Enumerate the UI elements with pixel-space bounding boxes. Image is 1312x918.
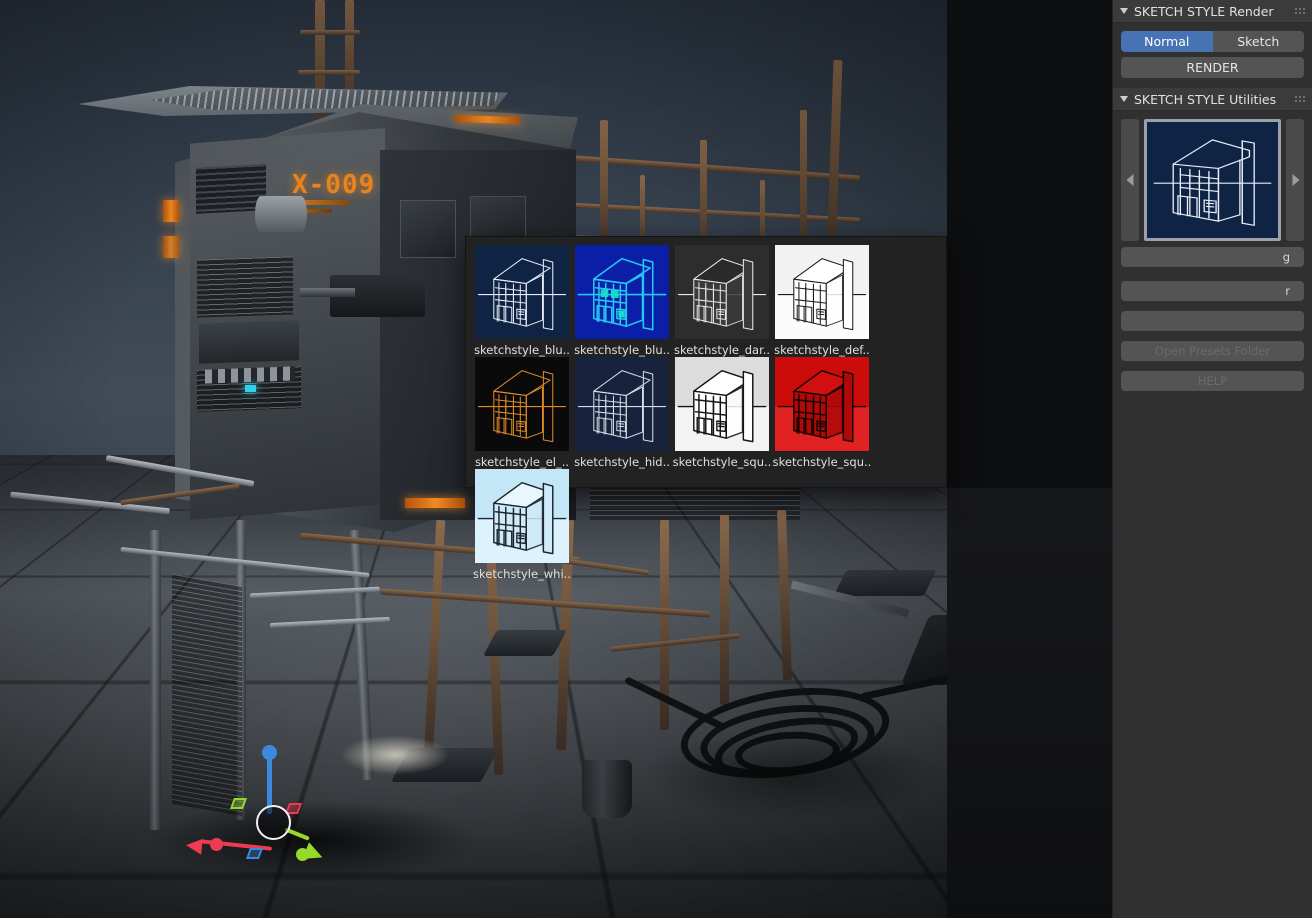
preset-preview-image bbox=[1147, 122, 1278, 238]
panel-grip-icon-utilities[interactable] bbox=[1294, 95, 1306, 104]
preset-item[interactable]: sketchstyle_blu.. bbox=[572, 245, 672, 357]
preset-label: sketchstyle_blu.. bbox=[474, 343, 570, 357]
preset-label: sketchstyle_squ.. bbox=[672, 455, 772, 469]
machine-id-label: X-009 bbox=[292, 170, 376, 200]
preset-label: sketchstyle_blu.. bbox=[574, 343, 670, 357]
machine-hatch bbox=[400, 200, 456, 258]
preset-item[interactable]: sketchstyle_el_.. bbox=[472, 357, 572, 469]
preset-item[interactable]: sketchstyle_hid.. bbox=[572, 357, 672, 469]
gizmo-x-arrow[interactable] bbox=[185, 837, 203, 855]
preset-label: sketchstyle_whi.. bbox=[473, 567, 571, 581]
render-button[interactable]: RENDER bbox=[1121, 57, 1304, 78]
sketchstyle-preset-browser[interactable]: sketchstyle_blu.. sketchstyle_blu.. sket… bbox=[465, 236, 947, 581]
utilities-button-stack[interactable]: g r Open Presets Folder HELP bbox=[1113, 247, 1312, 391]
ground-weight-cylinder bbox=[582, 760, 632, 818]
collapse-triangle-icon-utilities[interactable] bbox=[1120, 96, 1128, 102]
floor-highlight bbox=[340, 735, 450, 775]
panel-title-render: SKETCH STYLE Render bbox=[1134, 3, 1274, 19]
carousel-prev-arrow-icon[interactable] bbox=[1121, 119, 1139, 241]
indicator-strip-bottom bbox=[405, 498, 465, 508]
utilities-open-presets-folder-button[interactable]: Open Presets Folder bbox=[1121, 341, 1304, 361]
gizmo-z-handle[interactable] bbox=[262, 745, 277, 760]
mode-sketch-button[interactable]: Sketch bbox=[1212, 31, 1304, 52]
preset-thumbnail[interactable] bbox=[775, 357, 869, 451]
gizmo-x-handle[interactable] bbox=[210, 838, 223, 851]
preset-thumbnail[interactable] bbox=[675, 357, 769, 451]
ground-prop-plate-2 bbox=[483, 630, 567, 656]
preset-label: sketchstyle_def.. bbox=[774, 343, 870, 357]
indicator-strip-left2 bbox=[163, 236, 179, 258]
preset-label: sketchstyle_dar.. bbox=[673, 343, 771, 357]
utilities-button-3[interactable] bbox=[1121, 311, 1304, 331]
preset-label: sketchstyle_squ.. bbox=[772, 455, 872, 469]
shadow-cable bbox=[640, 730, 940, 820]
machine-grille-mid bbox=[197, 256, 293, 318]
preset-preview-carousel[interactable] bbox=[1121, 119, 1304, 241]
utilities-button-1[interactable]: g bbox=[1121, 247, 1304, 267]
panel-header-utilities[interactable]: SKETCH STYLE Utilities bbox=[1113, 88, 1312, 111]
preset-thumbnail[interactable] bbox=[675, 245, 769, 339]
preset-item[interactable]: sketchstyle_squ.. bbox=[772, 357, 872, 469]
preset-item[interactable]: sketchstyle_dar.. bbox=[672, 245, 772, 357]
preset-thumbnail[interactable] bbox=[475, 357, 569, 451]
collapse-triangle-icon[interactable] bbox=[1120, 8, 1128, 14]
panel-grip-icon[interactable] bbox=[1294, 7, 1306, 16]
machine-display-cyan bbox=[245, 385, 256, 392]
render-mode-toggle[interactable]: Normal Sketch bbox=[1121, 31, 1304, 52]
preset-thumbnail[interactable] bbox=[475, 469, 569, 563]
panel-title-utilities: SKETCH STYLE Utilities bbox=[1134, 91, 1277, 107]
preset-item[interactable]: sketchstyle_blu.. bbox=[472, 245, 572, 357]
preset-item[interactable]: sketchstyle_def.. bbox=[772, 245, 872, 357]
utilities-button-2[interactable]: r bbox=[1121, 281, 1304, 301]
mode-normal-button[interactable]: Normal bbox=[1121, 31, 1213, 52]
preset-thumbnail[interactable] bbox=[775, 245, 869, 339]
panel-header-render[interactable]: SKETCH STYLE Render bbox=[1113, 0, 1312, 23]
preset-thumbnail[interactable] bbox=[575, 245, 669, 339]
preset-preview-frame[interactable] bbox=[1144, 119, 1281, 241]
preset-thumbnail[interactable] bbox=[475, 245, 569, 339]
carousel-next-arrow-icon[interactable] bbox=[1286, 119, 1304, 241]
preset-grid: sketchstyle_blu.. sketchstyle_blu.. sket… bbox=[472, 245, 946, 581]
preset-item[interactable]: sketchstyle_squ.. bbox=[672, 357, 772, 469]
machine-arm-rod bbox=[300, 288, 355, 297]
properties-panel: SKETCH STYLE Render Normal Sketch RENDER… bbox=[1112, 0, 1312, 918]
gizmo-center-ring[interactable] bbox=[256, 805, 291, 840]
preset-label: sketchstyle_hid.. bbox=[574, 455, 670, 469]
preset-label: sketchstyle_el_.. bbox=[474, 455, 570, 469]
preset-item[interactable]: sketchstyle_whi.. bbox=[472, 469, 572, 581]
indicator-strip-left bbox=[163, 200, 179, 222]
preset-thumbnail[interactable] bbox=[575, 357, 669, 451]
utilities-help-button[interactable]: HELP bbox=[1121, 371, 1304, 391]
gizmo-y-handle[interactable] bbox=[296, 848, 309, 861]
application-window: X-009 SKETCH STYLE Render Normal Sketch … bbox=[0, 0, 1312, 918]
machine-nozzle bbox=[255, 196, 307, 232]
machine-equipment-box bbox=[199, 320, 299, 364]
